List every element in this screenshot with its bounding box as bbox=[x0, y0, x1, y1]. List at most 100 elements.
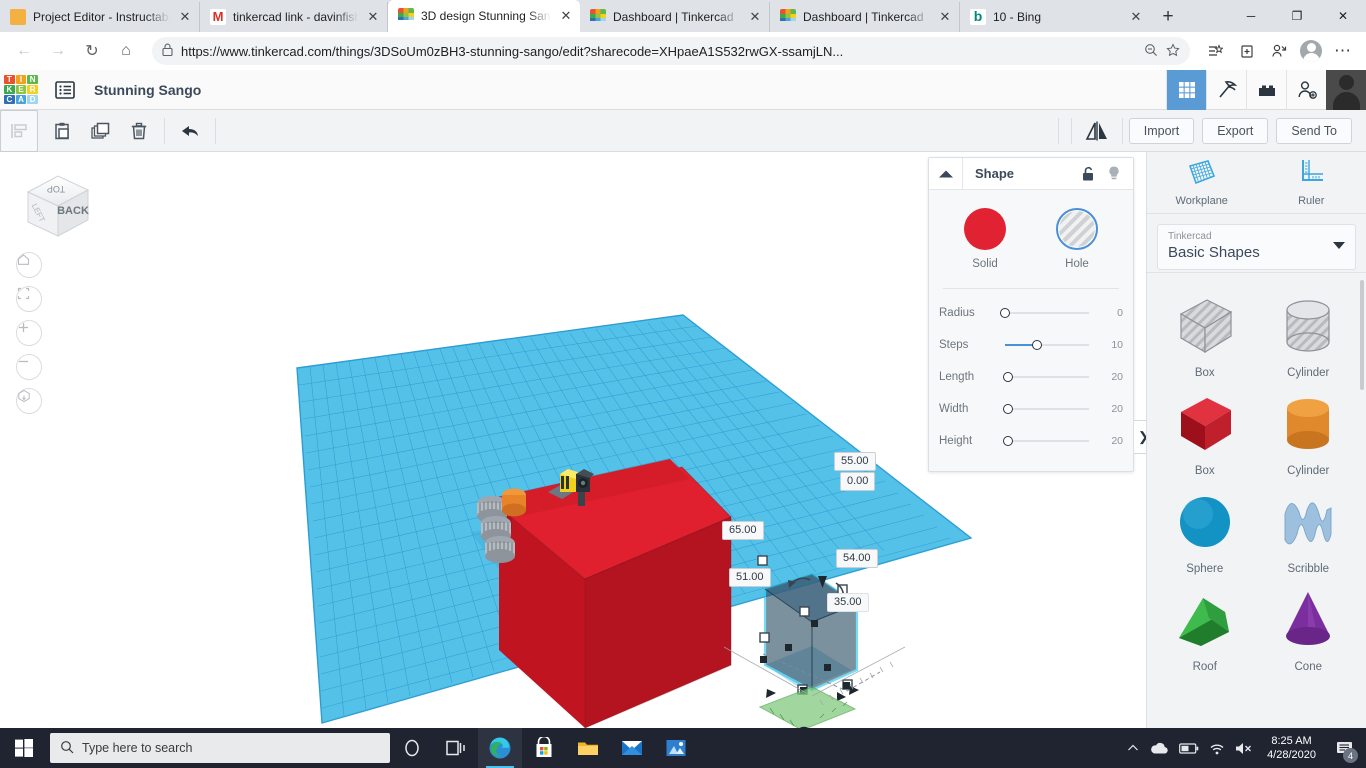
browser-tab[interactable]: Project Editor - Instructables ✕ bbox=[0, 2, 200, 32]
slider-steps[interactable]: Steps 10 bbox=[929, 329, 1133, 361]
slider-track[interactable] bbox=[1003, 372, 1089, 382]
browser-tab[interactable]: tinkercad link - davinfisher@gm ✕ bbox=[200, 2, 388, 32]
slider-length[interactable]: Length 20 bbox=[929, 361, 1133, 393]
length-dim[interactable]: 65.00 bbox=[722, 521, 764, 540]
slider-knob[interactable] bbox=[1003, 404, 1014, 414]
share-icon[interactable] bbox=[1264, 36, 1294, 66]
slider-knob[interactable] bbox=[1031, 340, 1042, 350]
align-icon[interactable] bbox=[0, 109, 38, 152]
slider-knob[interactable] bbox=[1000, 308, 1010, 318]
codeblocks-icon[interactable] bbox=[1206, 70, 1246, 110]
send-to-button[interactable]: Send To bbox=[1276, 117, 1352, 144]
wifi-icon[interactable] bbox=[1209, 742, 1225, 755]
design-title[interactable]: Stunning Sango bbox=[94, 82, 201, 98]
user-avatar[interactable] bbox=[1326, 70, 1366, 110]
edge-browser-icon[interactable] bbox=[478, 728, 522, 768]
fit-view-icon[interactable] bbox=[16, 286, 42, 312]
invite-people-icon[interactable] bbox=[1286, 70, 1326, 110]
slider-knob[interactable] bbox=[1003, 372, 1014, 382]
browser-tab[interactable]: Dashboard | Tinkercad ✕ bbox=[580, 2, 770, 32]
grid-view-icon[interactable] bbox=[1166, 70, 1206, 110]
view-cube[interactable]: TOP LEFT BACK bbox=[14, 166, 94, 242]
slider-track[interactable] bbox=[1003, 436, 1089, 446]
duplicate-icon[interactable] bbox=[82, 110, 120, 152]
slider-width[interactable]: Width 20 bbox=[929, 393, 1133, 425]
tab-close-icon[interactable]: ✕ bbox=[937, 9, 953, 25]
unlock-icon[interactable] bbox=[1075, 166, 1101, 182]
workplane-tool[interactable]: Workplane bbox=[1147, 152, 1257, 213]
search-input[interactable]: Type here to search bbox=[50, 733, 390, 763]
minimize-button[interactable]: ─ bbox=[1228, 0, 1274, 32]
photos-icon[interactable] bbox=[654, 728, 698, 768]
z-offset-dim[interactable]: 0.00 bbox=[840, 472, 876, 491]
library-shape-box[interactable]: Box bbox=[1153, 385, 1257, 477]
collections-icon[interactable] bbox=[1232, 36, 1262, 66]
paste-icon[interactable] bbox=[44, 110, 82, 152]
width-dim[interactable]: 54.00 bbox=[836, 549, 878, 568]
tab-close-icon[interactable]: ✕ bbox=[1128, 9, 1144, 25]
star-icon[interactable] bbox=[1166, 42, 1180, 60]
library-shape-cylinder[interactable]: Cylinder bbox=[1257, 385, 1361, 477]
ruler-y-dim[interactable]: 51.00 bbox=[729, 568, 771, 587]
ruler-x-dim[interactable]: 35.00 bbox=[827, 593, 869, 612]
delete-icon[interactable] bbox=[120, 110, 158, 152]
maximize-button[interactable]: ❐ bbox=[1274, 0, 1320, 32]
solid-mode-option[interactable]: Solid bbox=[953, 208, 1017, 270]
library-shape-cone[interactable]: Cone bbox=[1257, 581, 1361, 673]
forward-button[interactable]: → bbox=[42, 35, 74, 67]
slider-height[interactable]: Height 20 bbox=[929, 425, 1133, 457]
mirror-icon[interactable] bbox=[1078, 110, 1116, 152]
tab-close-icon[interactable]: ✕ bbox=[558, 8, 574, 24]
browser-tab[interactable]: Dashboard | Tinkercad ✕ bbox=[770, 2, 960, 32]
ortho-perspective-icon[interactable] bbox=[16, 388, 42, 414]
hint-bulb-icon[interactable] bbox=[1101, 165, 1127, 182]
library-shape-roof[interactable]: Roof bbox=[1153, 581, 1257, 673]
hole-mode-option[interactable]: Hole bbox=[1045, 208, 1109, 270]
mail-icon[interactable] bbox=[610, 728, 654, 768]
slider-knob[interactable] bbox=[1003, 436, 1014, 446]
slider-track[interactable] bbox=[1003, 404, 1089, 414]
tab-close-icon[interactable]: ✕ bbox=[177, 9, 193, 25]
taskbar-clock[interactable]: 8:25 AM 4/28/2020 bbox=[1263, 734, 1320, 762]
settings-more-icon[interactable]: ⋯ bbox=[1328, 36, 1358, 66]
shape-collection-select[interactable]: Tinkercad Basic Shapes bbox=[1157, 224, 1356, 270]
zoom-out-icon[interactable] bbox=[16, 354, 42, 380]
tab-close-icon[interactable]: ✕ bbox=[365, 9, 381, 25]
profile-icon[interactable] bbox=[1296, 36, 1326, 66]
windows-start-icon[interactable] bbox=[0, 728, 48, 768]
tab-close-icon[interactable]: ✕ bbox=[747, 9, 763, 25]
chevron-up-icon[interactable] bbox=[929, 157, 963, 190]
library-scrollbar[interactable] bbox=[1360, 280, 1364, 390]
close-window-button[interactable]: ✕ bbox=[1320, 0, 1366, 32]
notifications-icon[interactable]: 4 bbox=[1330, 728, 1360, 768]
library-shape-box-hole[interactable]: Box bbox=[1153, 287, 1257, 379]
microsoft-store-icon[interactable] bbox=[522, 728, 566, 768]
blocks-icon[interactable] bbox=[1246, 70, 1286, 110]
browser-tab[interactable]: 10 - Bing ✕ bbox=[960, 2, 1150, 32]
reload-button[interactable]: ↻ bbox=[76, 35, 108, 67]
volume-muted-icon[interactable] bbox=[1235, 742, 1253, 755]
slider-radius[interactable]: Radius 0 bbox=[929, 297, 1133, 329]
zoom-out-icon[interactable] bbox=[1144, 43, 1158, 60]
library-shape-sphere[interactable]: Sphere bbox=[1153, 483, 1257, 575]
browser-tab-active[interactable]: 3D design Stunning Sango ✕ bbox=[388, 0, 580, 32]
library-shape-scribble[interactable]: Scribble bbox=[1257, 483, 1361, 575]
battery-icon[interactable] bbox=[1179, 742, 1199, 754]
home-button[interactable]: ⌂ bbox=[110, 35, 142, 67]
cortana-icon[interactable] bbox=[390, 728, 434, 768]
new-tab-button[interactable]: + bbox=[1154, 4, 1182, 32]
height-dim[interactable]: 55.00 bbox=[834, 452, 876, 471]
address-bar[interactable]: https://www.tinkercad.com/things/3DSoUm0… bbox=[152, 37, 1190, 65]
tinkercad-logo[interactable]: T I N K E R C A D bbox=[4, 74, 38, 105]
file-explorer-icon[interactable] bbox=[566, 728, 610, 768]
onedrive-icon[interactable] bbox=[1149, 742, 1169, 755]
undo-icon[interactable] bbox=[171, 110, 209, 152]
export-button[interactable]: Export bbox=[1202, 117, 1269, 144]
task-view-icon[interactable] bbox=[434, 728, 478, 768]
list-menu-icon[interactable] bbox=[48, 70, 82, 110]
chevron-up-icon[interactable] bbox=[1127, 743, 1139, 753]
ruler-tool[interactable]: Ruler bbox=[1257, 152, 1366, 213]
zoom-in-icon[interactable] bbox=[16, 320, 42, 346]
favorites-icon[interactable] bbox=[1200, 36, 1230, 66]
home-view-icon[interactable] bbox=[16, 252, 42, 278]
